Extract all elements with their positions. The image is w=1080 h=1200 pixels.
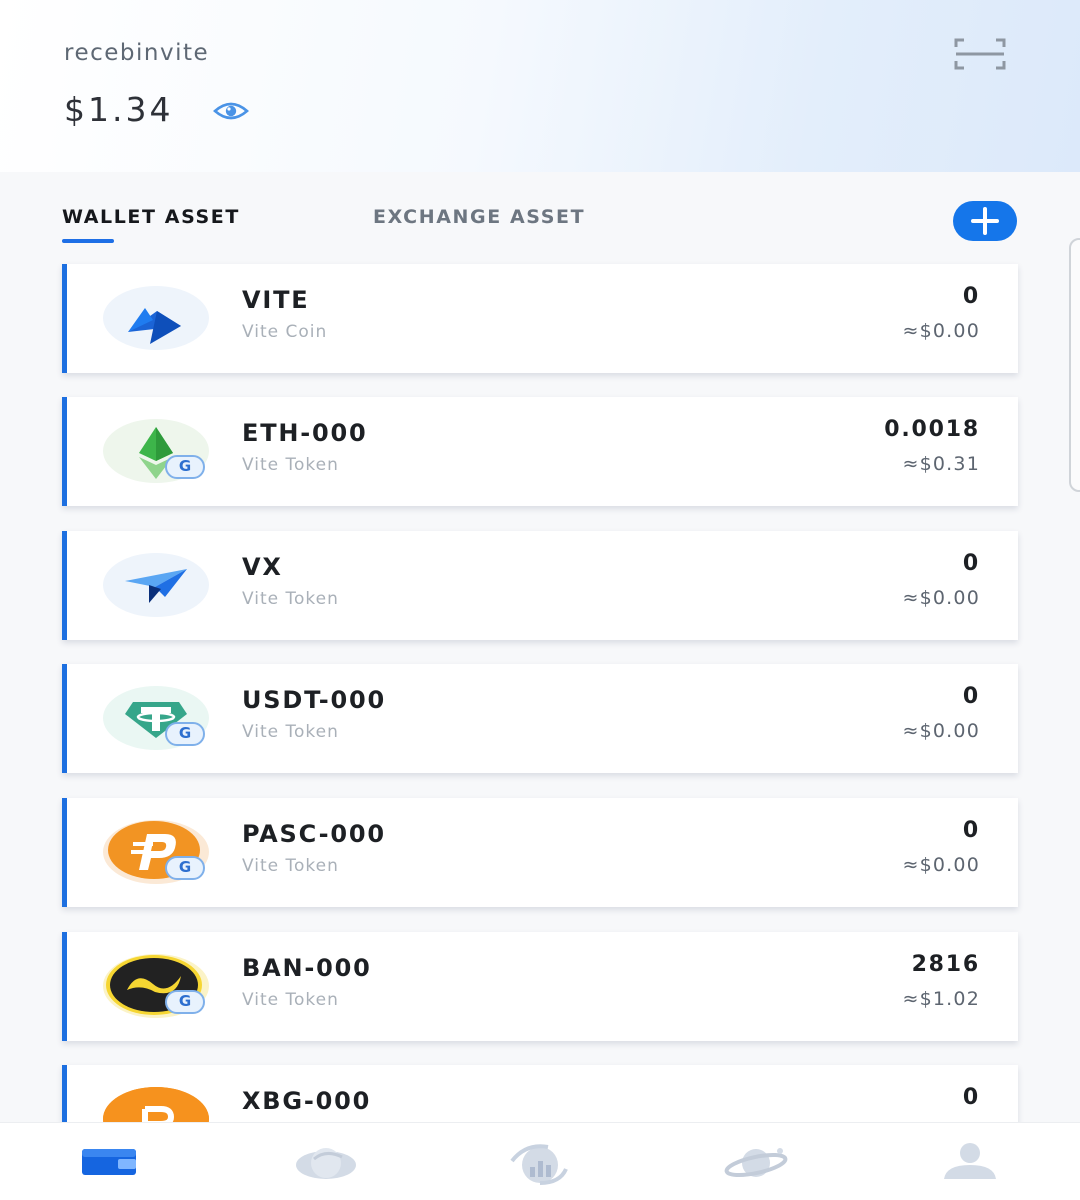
gateway-badge: G bbox=[165, 990, 205, 1014]
token-amount: 0 bbox=[962, 818, 980, 843]
gateway-badge: G bbox=[165, 455, 205, 479]
token-type: Vite Coin bbox=[242, 322, 328, 342]
total-balance: $1.34 bbox=[64, 90, 174, 129]
profile-icon bbox=[944, 1143, 996, 1179]
asset-card-vx[interactable]: VX Vite Token 0 ≈$0.00 bbox=[62, 531, 1018, 640]
token-symbol: USDT-000 bbox=[242, 686, 386, 714]
asset-card-pasc[interactable]: G PASC-000 Vite Token 0 ≈$0.00 bbox=[62, 798, 1018, 907]
gateway-badge: G bbox=[165, 856, 205, 880]
token-type: Vite Token bbox=[242, 856, 339, 876]
nav-exchange[interactable] bbox=[504, 1139, 584, 1189]
nav-explore[interactable] bbox=[290, 1139, 370, 1189]
token-amount: 0 bbox=[962, 684, 980, 709]
token-fiat-value: ≈$0.00 bbox=[902, 320, 980, 342]
token-amount: 0 bbox=[962, 551, 980, 576]
nav-profile[interactable] bbox=[934, 1139, 1014, 1189]
token-symbol: VX bbox=[242, 553, 283, 581]
side-drawer-handle[interactable] bbox=[1069, 238, 1080, 492]
asset-card-eth[interactable]: G ETH-000 Vite Token 0.0018 ≈$0.31 bbox=[62, 397, 1018, 506]
eye-icon[interactable] bbox=[212, 98, 250, 124]
active-tab-indicator bbox=[62, 239, 114, 243]
usdt-logo-icon: G bbox=[103, 686, 209, 750]
bottom-navigation bbox=[0, 1122, 1080, 1200]
token-fiat-value: ≈$0.00 bbox=[902, 587, 980, 609]
add-token-button[interactable] bbox=[953, 201, 1017, 241]
token-amount: 0 bbox=[962, 284, 980, 309]
gateway-badge: G bbox=[165, 722, 205, 746]
token-symbol: PASC-000 bbox=[242, 820, 386, 848]
exchange-chart-icon bbox=[510, 1144, 568, 1185]
token-amount: 0 bbox=[962, 1085, 980, 1110]
token-fiat-value: ≈$0.31 bbox=[902, 453, 980, 475]
wallet-icon bbox=[82, 1149, 136, 1175]
token-symbol: VITE bbox=[242, 286, 310, 314]
token-type: Vite Token bbox=[242, 589, 339, 609]
nav-wallet[interactable] bbox=[78, 1139, 158, 1189]
token-type: Vite Token bbox=[242, 722, 339, 742]
wallet-header: recebinvite $1.34 bbox=[0, 0, 1080, 172]
tab-wallet-asset[interactable]: WALLET ASSET bbox=[62, 206, 240, 228]
token-symbol: XBG-000 bbox=[242, 1087, 372, 1115]
eth-logo-icon: G bbox=[103, 419, 209, 483]
token-fiat-value: ≈$0.00 bbox=[902, 854, 980, 876]
token-symbol: BAN-000 bbox=[242, 954, 372, 982]
ban-logo-icon: G bbox=[103, 954, 209, 1018]
vite-logo-icon bbox=[103, 286, 209, 350]
token-type: Vite Token bbox=[242, 455, 339, 475]
asset-card-usdt[interactable]: G USDT-000 Vite Token 0 ≈$0.00 bbox=[62, 664, 1018, 773]
token-fiat-value: ≈$0.00 bbox=[902, 720, 980, 742]
account-name[interactable]: recebinvite bbox=[64, 40, 209, 66]
scan-icon[interactable] bbox=[954, 38, 1006, 70]
token-amount: 2816 bbox=[911, 952, 980, 977]
token-amount: 0.0018 bbox=[884, 417, 980, 442]
token-symbol: ETH-000 bbox=[242, 419, 368, 447]
token-fiat-value: ≈$1.02 bbox=[902, 988, 980, 1010]
pasc-logo-icon: G bbox=[103, 820, 209, 884]
vx-logo-icon bbox=[103, 553, 209, 617]
token-type: Vite Token bbox=[242, 990, 339, 1010]
planet-icon bbox=[724, 1148, 788, 1178]
explore-icon bbox=[296, 1148, 356, 1179]
asset-card-ban[interactable]: G BAN-000 Vite Token 2816 ≈$1.02 bbox=[62, 932, 1018, 1041]
asset-card-vite[interactable]: VITE Vite Coin 0 ≈$0.00 bbox=[62, 264, 1018, 373]
asset-tabs: WALLET ASSET EXCHANGE ASSET bbox=[0, 190, 1080, 250]
tab-exchange-asset[interactable]: EXCHANGE ASSET bbox=[373, 206, 585, 228]
nav-discover[interactable] bbox=[720, 1139, 800, 1189]
